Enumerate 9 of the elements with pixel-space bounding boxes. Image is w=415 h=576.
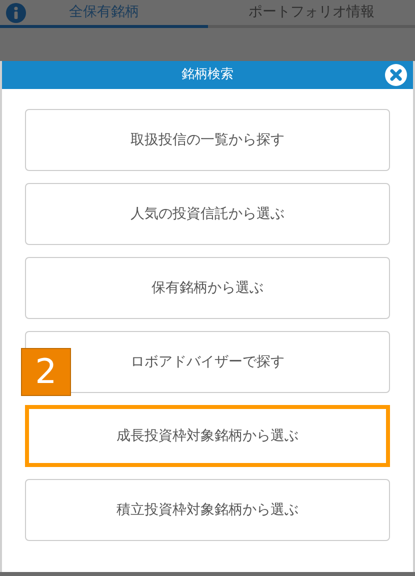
info-icon[interactable] — [6, 3, 26, 23]
close-icon[interactable] — [385, 64, 407, 86]
dialog-title: 銘柄検索 — [182, 66, 234, 84]
option-button[interactable]: 人気の投資信託から選ぶ — [25, 183, 390, 245]
step-badge: 2 — [21, 348, 71, 396]
option-button[interactable]: 保有銘柄から選ぶ — [25, 257, 390, 319]
option-button[interactable]: 成長投資枠対象銘柄から選ぶ — [25, 405, 390, 467]
option-button[interactable]: 取扱投信の一覧から探す — [25, 109, 390, 171]
option-button[interactable]: 積立投資枠対象銘柄から選ぶ — [25, 479, 390, 541]
